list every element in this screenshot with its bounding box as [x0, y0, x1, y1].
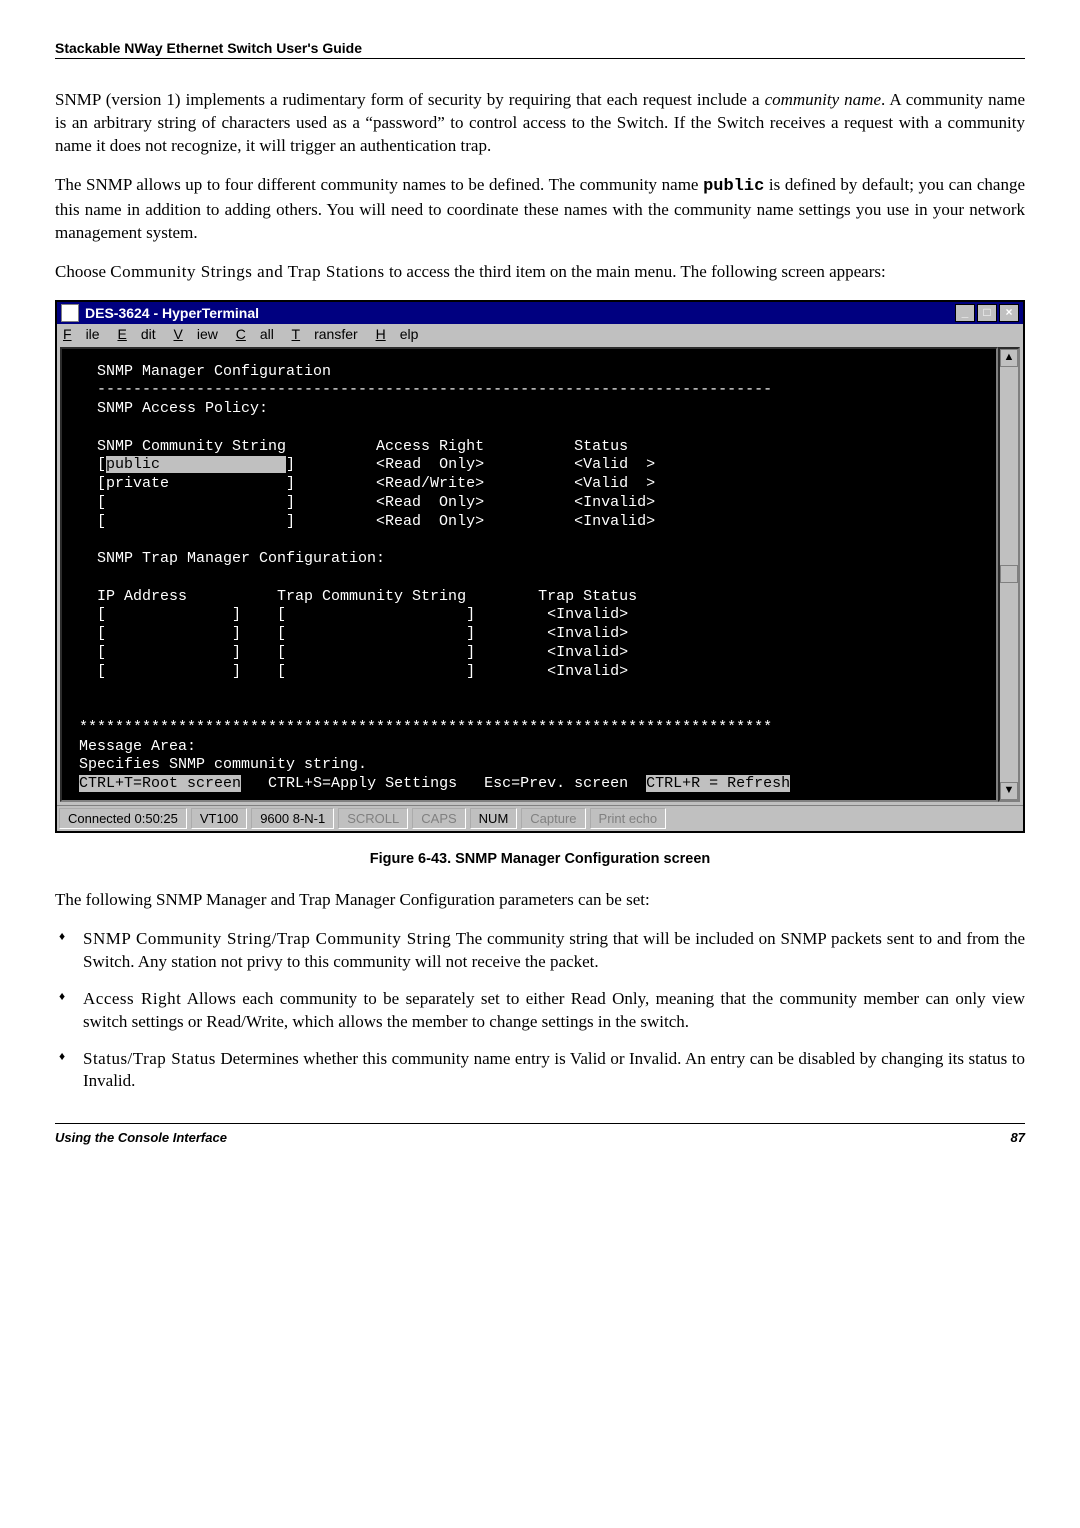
t-l6c: ] <Read Only> <Valid >	[286, 456, 655, 473]
menu-help[interactable]: Help	[376, 326, 419, 342]
scroll-down-icon[interactable]: ▼	[1000, 782, 1018, 800]
paragraph-1: SNMP (version 1) implements a rudimentar…	[55, 89, 1025, 158]
t-l23d: CTRL+R = Refresh	[646, 775, 790, 792]
status-num: NUM	[470, 808, 518, 829]
app-icon	[61, 304, 79, 322]
b2-e: Read/Write,	[206, 1012, 288, 1031]
paragraph-3: Choose Community Strings and Trap Statio…	[55, 261, 1025, 284]
window-title: DES-3624 - HyperTerminal	[85, 305, 259, 321]
t-l13: IP Address Trap Community String Trap St…	[70, 588, 637, 605]
terminal[interactable]: SNMP Manager Configuration -------------…	[60, 347, 998, 802]
t-l6a: [	[70, 456, 106, 473]
p1-a: SNMP (version 1) implements a rudimentar…	[55, 90, 765, 109]
maximize-button[interactable]: □	[977, 304, 997, 322]
p1-b: community name	[765, 90, 881, 109]
t-l16: [ ] [ ] <Invalid>	[70, 644, 628, 661]
status-connected: Connected 0:50:25	[59, 808, 187, 829]
b1-a: SNMP Community String/Trap Community Str…	[83, 929, 451, 948]
footer-left: Using the Console Interface	[55, 1130, 227, 1145]
t-l5: SNMP Community String Access Right Statu…	[70, 438, 628, 455]
p3-a: Choose	[55, 262, 110, 281]
p2-b: public	[703, 177, 764, 196]
status-echo: Print echo	[590, 808, 667, 829]
t-l14: [ ] [ ] <Invalid>	[70, 606, 628, 623]
footer-rule	[55, 1123, 1025, 1124]
t-l20: ****************************************…	[70, 719, 772, 736]
scroll-thumb[interactable]	[1000, 565, 1018, 583]
bullet-list: SNMP Community String/Trap Community Str…	[55, 928, 1025, 1094]
status-scroll: SCROLL	[338, 808, 408, 829]
titlebar: DES-3624 - HyperTerminal _ □ ×	[57, 302, 1023, 324]
status-caps: CAPS	[412, 808, 465, 829]
t-l11: SNMP Trap Manager Configuration:	[70, 550, 385, 567]
b2-a: Access Right	[83, 989, 181, 1008]
p2-a: The SNMP allows up to four different com…	[55, 175, 703, 194]
menubar: File Edit View Call Transfer Help	[57, 324, 1023, 344]
header-rule	[55, 58, 1025, 59]
status-port: 9600 8-N-1	[251, 808, 334, 829]
t-l9: [ ] <Read Only> <Invalid>	[70, 513, 655, 530]
b2-b: Allows each community to be separately s…	[181, 989, 570, 1008]
menu-call[interactable]: Call	[236, 326, 274, 342]
paragraph-4: The following SNMP Manager and Trap Mana…	[55, 889, 1025, 912]
bullet-3: Status/Trap Status Determines whether th…	[55, 1048, 1025, 1094]
t-l1: SNMP Manager Configuration	[70, 363, 331, 380]
minimize-button[interactable]: _	[955, 304, 975, 322]
menu-transfer[interactable]: Transfer	[292, 326, 358, 342]
footer: Using the Console Interface 87	[55, 1130, 1025, 1145]
bullet-1: SNMP Community String/Trap Community Str…	[55, 928, 1025, 974]
b2-f: which allows the member to change settin…	[288, 1012, 689, 1031]
t-l23a	[70, 775, 79, 792]
t-l17: [ ] [ ] <Invalid>	[70, 663, 628, 680]
t-l15: [ ] [ ] <Invalid>	[70, 625, 628, 642]
t-l2: ----------------------------------------…	[70, 381, 772, 398]
statusbar: Connected 0:50:25 VT100 9600 8-N-1 SCROL…	[57, 805, 1023, 831]
t-l22: Specifies SNMP community string.	[70, 756, 367, 773]
paragraph-2: The SNMP allows up to four different com…	[55, 174, 1025, 245]
guide-title: Stackable NWay Ethernet Switch User's Gu…	[55, 40, 1025, 56]
b3-c: Valid	[570, 1049, 606, 1068]
t-l21: Message Area:	[70, 738, 196, 755]
scroll-up-icon[interactable]: ▲	[1000, 349, 1018, 367]
t-l23c: CTRL+S=Apply Settings Esc=Prev. screen	[241, 775, 646, 792]
b3-h: .	[131, 1071, 135, 1090]
t-l7: [private ] <Read/Write> <Valid >	[70, 475, 655, 492]
hyperterminal-window: DES-3624 - HyperTerminal _ □ × File Edit…	[55, 300, 1025, 833]
b3-e: Invalid	[629, 1049, 677, 1068]
figure-caption: Figure 6-43. SNMP Manager Configuration …	[55, 851, 1025, 867]
t-l23b: CTRL+T=Root screen	[79, 775, 241, 792]
t-l3: SNMP Access Policy:	[70, 400, 268, 417]
menu-file[interactable]: File	[63, 326, 100, 342]
b3-g: Invalid	[83, 1071, 131, 1090]
menu-view[interactable]: View	[174, 326, 218, 342]
b3-a: Status/Trap Status	[83, 1049, 216, 1068]
t-l6b: public	[106, 456, 286, 473]
b3-d: or	[606, 1049, 629, 1068]
status-capture: Capture	[521, 808, 585, 829]
status-emulation: VT100	[191, 808, 247, 829]
close-button[interactable]: ×	[999, 304, 1019, 322]
t-l8: [ ] <Read Only> <Invalid>	[70, 494, 655, 511]
terminal-wrap: SNMP Manager Configuration -------------…	[57, 344, 1023, 805]
p3-b: Community Strings and Trap Stations	[110, 262, 384, 281]
b3-f: . An entry can be disabled by changing i…	[677, 1049, 1025, 1068]
b2-c: Read Only,	[571, 989, 649, 1008]
p3-c: to access the third item on the main men…	[385, 262, 886, 281]
window-buttons: _ □ ×	[955, 304, 1019, 322]
b3-b: Determines whether this community name e…	[216, 1049, 570, 1068]
menu-edit[interactable]: Edit	[117, 326, 155, 342]
scrollbar[interactable]: ▲ ▼	[998, 347, 1020, 802]
footer-page: 87	[1011, 1130, 1025, 1145]
bullet-2: Access Right Allows each community to be…	[55, 988, 1025, 1034]
